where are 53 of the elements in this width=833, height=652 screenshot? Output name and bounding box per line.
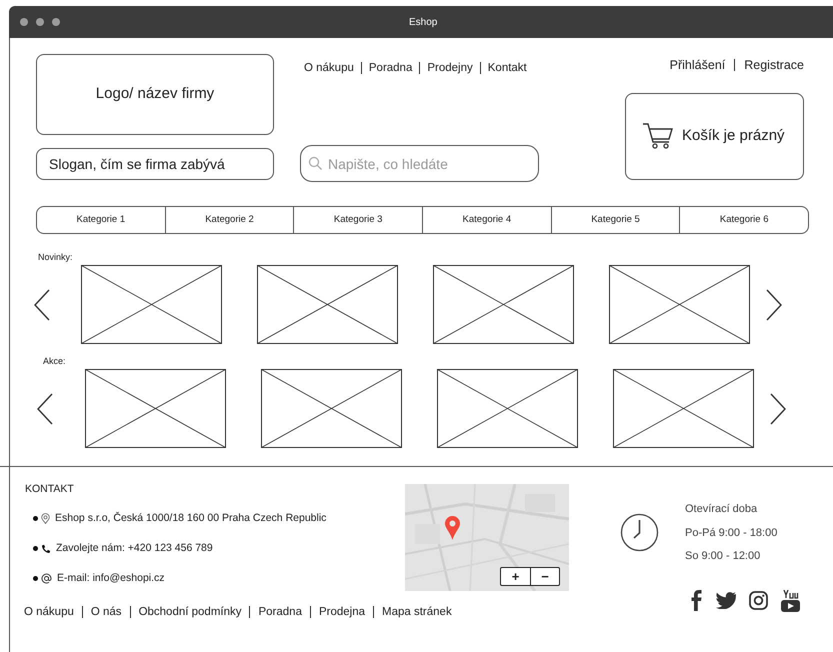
contact-text: Eshop s.r.o, Česká 1000/18 160 00 Praha Czech Republic: [55, 510, 326, 526]
cart-icon: [642, 122, 674, 150]
at-sign-icon: [41, 573, 52, 584]
category-tab[interactable]: Kategorie 5: [550, 207, 680, 233]
video-icon[interactable]: [781, 590, 800, 612]
hours-text: Po-Pá 9:00 - 18:00: [685, 526, 778, 540]
search-field[interactable]: Napište, co hledáte: [300, 145, 539, 182]
contact-heading: KONTAKT: [25, 482, 75, 497]
hours-title: Otevírací doba: [685, 502, 758, 517]
cart-status: Košík je prázný: [682, 126, 785, 146]
category-tab[interactable]: Kategorie 1: [37, 207, 165, 233]
chevron-right-icon[interactable]: [770, 392, 786, 424]
zoom-out-button[interactable]: −: [530, 568, 559, 585]
nav-link[interactable]: Poradna: [249, 606, 310, 618]
section-label: Akce:: [43, 355, 67, 367]
contact-text: E-mail: info@eshopi.cz: [57, 570, 165, 586]
zoom-in-button[interactable]: +: [501, 568, 530, 585]
chevron-left-icon[interactable]: [34, 288, 50, 320]
nav-link[interactable]: O nákupu: [304, 62, 361, 74]
nav-link[interactable]: Registrace: [734, 59, 813, 72]
cart-panel[interactable]: Košík je prázný: [625, 92, 804, 180]
bullet-icon: [33, 576, 38, 581]
nav-link[interactable]: Kontakt: [480, 62, 534, 74]
chevron-right-icon[interactable]: [766, 288, 782, 320]
facebook-icon[interactable]: [691, 590, 702, 611]
bullet-icon: [33, 516, 38, 521]
window-title: Eshop: [409, 16, 438, 30]
nav-link[interactable]: Přihlášení: [670, 59, 734, 72]
search-icon: [308, 156, 323, 171]
chevron-left-icon[interactable]: [37, 392, 53, 424]
location-pin-icon: [41, 513, 50, 524]
nav-link[interactable]: O nás: [82, 606, 130, 618]
nav-link[interactable]: Prodejny: [419, 62, 480, 74]
nav-link[interactable]: O nákupu: [24, 606, 82, 618]
clock-icon: [620, 513, 659, 552]
category-tab[interactable]: Kategorie 4: [422, 207, 551, 233]
nav-link[interactable]: Prodejna: [310, 606, 374, 618]
category-tab[interactable]: Kategorie 6: [679, 207, 808, 233]
map-pin-icon: [445, 516, 460, 540]
nav-link[interactable]: Mapa stránek: [373, 606, 460, 618]
nav-link[interactable]: Poradna: [360, 62, 420, 74]
category-tab[interactable]: Kategorie 3: [293, 207, 422, 233]
slogan: Slogan, čím se firma zabývá: [36, 148, 274, 180]
category-tab[interactable]: Kategorie 2: [164, 207, 294, 233]
contact-text: Zavolejte nám: +420 123 456 789: [56, 540, 213, 556]
section-label: Novinky:: [38, 251, 74, 263]
nav-link[interactable]: Obchodní podmínky: [130, 606, 250, 618]
bird-icon[interactable]: [715, 592, 736, 609]
bullet-icon: [33, 546, 38, 551]
phone-icon: [41, 544, 51, 554]
logo-text: Logo/ název firmy: [96, 84, 214, 104]
hours-text: So 9:00 - 12:00: [685, 549, 762, 564]
camera-icon[interactable]: [749, 591, 768, 610]
